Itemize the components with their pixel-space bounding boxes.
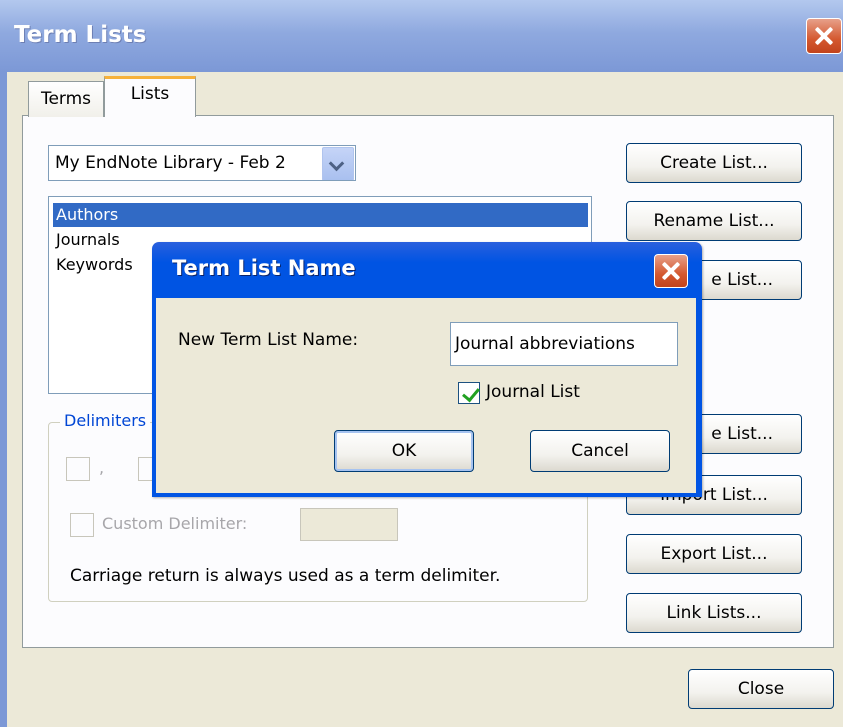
dialog-body: New Term List Name: Journal abbreviation… [156,298,696,493]
cancel-button[interactable]: Cancel [530,430,670,472]
link-lists-button[interactable]: Link Lists... [626,593,802,633]
chevron-down-icon[interactable] [322,147,354,180]
library-select-value: My EndNote Library - Feb 2 [55,153,286,173]
ok-button[interactable]: OK [334,430,474,472]
export-list-button[interactable]: Export List... [626,534,802,574]
journal-list-label: Journal List [486,382,580,402]
custom-delimiter-field[interactable] [300,508,398,541]
custom-delimiter-label: Custom Delimiter: [102,514,248,533]
dialog-title: Term List Name [172,256,356,280]
journal-list-checkbox[interactable] [458,382,480,404]
window-title: Term Lists [14,22,147,48]
window-close-icon[interactable] [806,18,842,54]
list-item-keywords[interactable]: Keywords [53,253,133,277]
rename-list-button[interactable]: Rename List... [626,201,802,241]
tab-terms[interactable]: Terms [28,81,104,117]
new-name-label: New Term List Name: [178,330,359,350]
library-select[interactable]: My EndNote Library - Feb 2 [48,145,356,181]
create-list-button[interactable]: Create List... [626,143,802,183]
comma-delimiter-label: , [99,458,105,477]
list-item-authors[interactable]: Authors [53,203,588,227]
window-titlebar: Term Lists [0,0,843,72]
custom-delimiter-checkbox[interactable] [70,513,94,537]
term-list-name-dialog: Term List Name New Term List Name: Journ… [152,242,702,497]
list-item-journals[interactable]: Journals [53,228,120,252]
comma-delimiter-checkbox[interactable] [66,457,90,481]
delimiter-note: Carriage return is always used as a term… [70,566,501,586]
window-frame-left [0,72,7,727]
close-button[interactable]: Close [688,669,834,709]
delimiters-legend: Delimiters [60,411,151,430]
dialog-close-icon[interactable] [654,254,688,288]
tab-lists[interactable]: Lists [104,76,196,117]
new-name-input[interactable]: Journal abbreviations [450,322,678,366]
